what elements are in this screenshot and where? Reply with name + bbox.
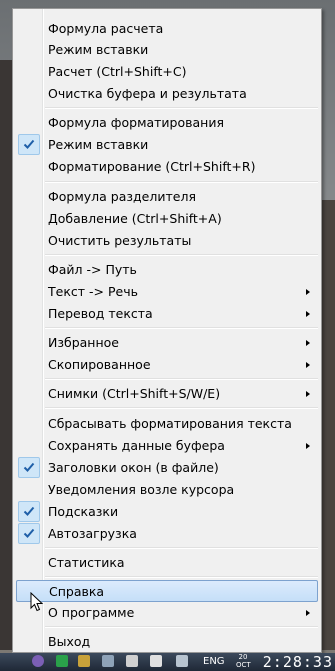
menu-item-help[interactable]: Справка [16, 580, 318, 602]
check-icon [18, 523, 40, 544]
menu-item-window-titles[interactable]: Заголовки окон (в файле) [16, 457, 318, 479]
taskbar: ENG 20 OCT 2:28:33 [0, 653, 335, 671]
viber-icon[interactable] [32, 655, 44, 667]
menu-item-exit[interactable]: Выход [16, 631, 318, 653]
menu-item-label: Текст -> Речь [48, 284, 138, 299]
menu-item-format-formula[interactable]: Формула форматирования [16, 112, 318, 134]
menu-item-clear-buffer-result[interactable]: Очистка буфера и результата [16, 83, 318, 105]
mouse-pointer-icon [30, 591, 44, 616]
speaker-icon[interactable] [102, 655, 114, 667]
submenu-arrow-icon [306, 340, 310, 346]
menu-item-hints[interactable]: Подсказки [16, 501, 318, 523]
menu-item-cursor-notifications[interactable]: Уведомления возле курсора [16, 479, 318, 501]
language-indicator[interactable]: ENG [203, 656, 225, 667]
menu-item-label: Режим вставки [48, 137, 149, 152]
menu-item-label: Заголовки окон (в файле) [48, 460, 219, 475]
menu-item-label: Уведомления возле курсора [48, 482, 235, 497]
menu-item-calc-paste-mode[interactable]: Режим вставки [16, 39, 318, 61]
menu-item-about[interactable]: О программе [16, 602, 318, 624]
menu-item-favorites[interactable]: Избранное [16, 332, 318, 354]
menu-separator [45, 181, 318, 183]
app-tray-icon[interactable] [78, 655, 90, 667]
menu-separator [45, 547, 318, 549]
desktop-building-right [322, 200, 335, 650]
menu-item-append[interactable]: Добавление (Ctrl+Shift+A) [16, 208, 318, 230]
menu-item-label: Перевод текста [48, 306, 153, 321]
menu-item-label: Справка [49, 584, 105, 599]
menu-item-autostart[interactable]: Автозагрузка [16, 523, 318, 545]
submenu-arrow-icon [306, 362, 310, 368]
menu-item-format-paste-mode[interactable]: Режим вставки [16, 134, 318, 156]
menu-item-label: Сохранять данные буфера [48, 438, 225, 453]
menu-item-statistics[interactable]: Статистика [16, 552, 318, 574]
check-icon [18, 134, 40, 155]
volume-icon[interactable] [176, 655, 188, 667]
menu-item-formatting[interactable]: Форматирование (Ctrl+Shift+R) [16, 156, 318, 178]
menu-item-screenshots[interactable]: Снимки (Ctrl+Shift+S/W/E) [16, 383, 318, 405]
menu-item-label: Формула форматирования [48, 115, 224, 130]
menu-item-label: Формула расчета [48, 21, 164, 36]
menu-item-label: Выход [48, 634, 91, 649]
network-icon[interactable] [150, 655, 162, 667]
menu-item-label: Скопированное [48, 357, 151, 372]
menu-item-calculate[interactable]: Расчет (Ctrl+Shift+C) [16, 61, 318, 83]
menu-item-separator-formula[interactable]: Формула разделителя [16, 186, 318, 208]
date-day: 20 [238, 653, 248, 661]
shield-check-icon[interactable] [56, 655, 68, 667]
menu-item-label: Подсказки [48, 504, 119, 519]
menu-separator [45, 327, 318, 329]
menu-separator [45, 378, 318, 380]
check-icon [18, 501, 40, 522]
menu-item-text-to-speech[interactable]: Текст -> Речь [16, 281, 318, 303]
menu-separator [45, 626, 318, 628]
menu-item-label: Избранное [48, 335, 119, 350]
menu-item-copied[interactable]: Скопированное [16, 354, 318, 376]
menu-separator [45, 407, 318, 409]
date-indicator: 20 OCT [236, 653, 251, 669]
submenu-arrow-icon [306, 311, 310, 317]
submenu-arrow-icon [306, 391, 310, 397]
menu-item-save-buffer-data[interactable]: Сохранять данные буфера [16, 435, 318, 457]
menu-item-label: Режим вставки [48, 42, 149, 57]
menu-item-calc-formula[interactable]: Формула расчета [16, 18, 318, 40]
menu-item-label: Файл -> Путь [48, 262, 137, 277]
clock[interactable]: 2:28:33 [263, 653, 333, 671]
menu-separator [45, 254, 318, 256]
menu-item-label: Формула разделителя [48, 189, 196, 204]
menu-item-label: Автозагрузка [48, 526, 137, 541]
tray-context-menu: Формула расчета Режим вставки Расчет (Ct… [12, 8, 322, 653]
menu-item-label: О программе [48, 605, 135, 620]
menu-item-translate[interactable]: Перевод текста [16, 303, 318, 325]
menu-item-label: Расчет (Ctrl+Shift+C) [48, 64, 187, 79]
menu-item-label: Снимки (Ctrl+Shift+S/W/E) [48, 386, 221, 401]
check-icon [18, 457, 40, 478]
menu-item-label: Форматирование (Ctrl+Shift+R) [48, 159, 256, 174]
menu-item-label: Очистить результаты [48, 233, 192, 248]
menu-item-clear-results[interactable]: Очистить результаты [16, 230, 318, 252]
menu-item-reset-formatting[interactable]: Сбрасывать форматирования текста [16, 413, 318, 435]
submenu-arrow-icon [306, 610, 310, 616]
submenu-arrow-icon [306, 443, 310, 449]
date-month: OCT [236, 661, 251, 669]
menu-item-file-path[interactable]: Файл -> Путь [16, 259, 318, 281]
menu-separator [45, 576, 318, 578]
battery-icon[interactable] [126, 655, 138, 667]
menu-separator [45, 107, 318, 109]
menu-item-label: Статистика [48, 555, 125, 570]
menu-item-label: Очистка буфера и результата [48, 86, 247, 101]
submenu-arrow-icon [306, 289, 310, 295]
menu-item-label: Добавление (Ctrl+Shift+A) [48, 211, 222, 226]
menu-item-label: Сбрасывать форматирования текста [48, 416, 292, 431]
